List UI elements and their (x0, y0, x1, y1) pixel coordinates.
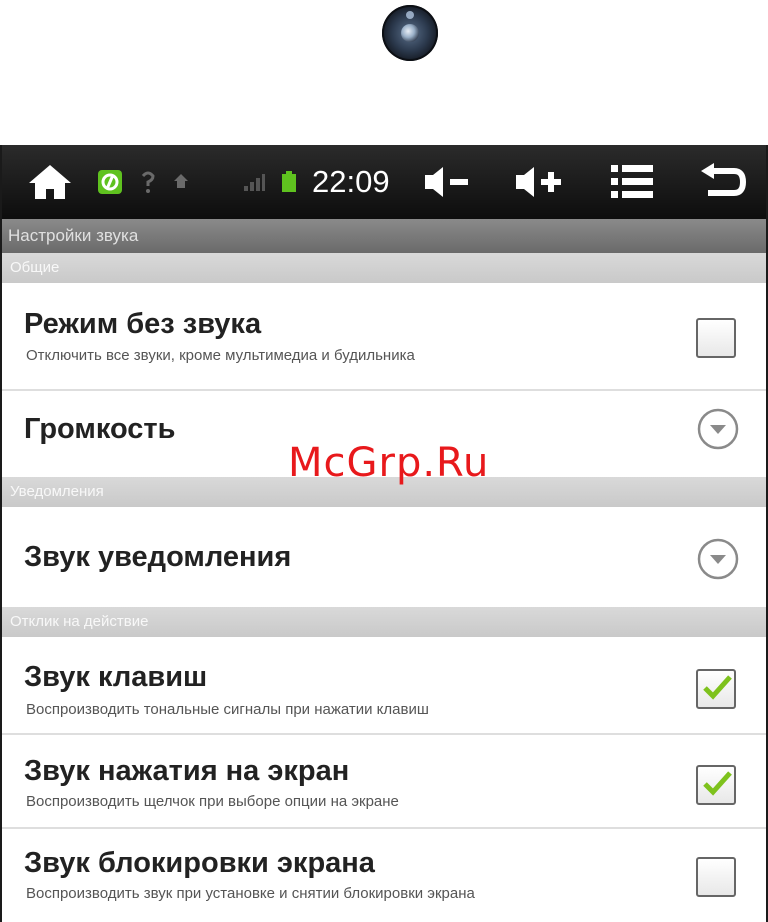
key-sound-checkbox[interactable] (696, 669, 736, 709)
section-header-feedback: Отклик на действие (2, 607, 766, 637)
notification-icon (170, 145, 192, 219)
check-icon (703, 771, 732, 796)
pref-lock-sound[interactable]: Звук блокировки экрана Воспроизводить зв… (2, 829, 766, 922)
device-bezel (0, 0, 768, 145)
volume-down-icon[interactable] (422, 145, 474, 219)
screen-title-bar: Настройки звука (2, 219, 766, 253)
lock-sound-checkbox[interactable] (696, 857, 736, 897)
silent-mode-checkbox[interactable] (696, 318, 736, 358)
signal-icon (240, 145, 268, 219)
check-icon (703, 675, 732, 700)
device-screen: 22:09 Настройки звука Общие Режим без зв… (0, 145, 768, 922)
camera-icon (382, 5, 438, 61)
pref-key-sound[interactable]: Звук клавиш Воспроизводить тональные сиг… (2, 637, 766, 733)
chevron-down-icon[interactable] (696, 407, 740, 451)
home-icon[interactable] (24, 145, 76, 219)
volume-up-icon[interactable] (512, 145, 568, 219)
touch-sound-checkbox[interactable] (696, 765, 736, 805)
pref-notification-sound[interactable]: Звук уведомления (2, 507, 766, 607)
pref-silent-mode[interactable]: Режим без звука Отключить все звуки, кро… (2, 283, 766, 389)
status-clock: 22:09 (312, 164, 390, 199)
screen-title: Настройки звука (8, 226, 139, 245)
status-bar: 22:09 (2, 145, 766, 219)
section-header-general: Общие (2, 253, 766, 283)
watermark: McGrp.Ru (288, 440, 490, 486)
menu-icon[interactable] (606, 145, 658, 219)
battery-icon (278, 145, 300, 219)
chevron-down-icon[interactable] (696, 537, 740, 581)
back-icon[interactable] (696, 145, 748, 219)
wifi-icon (138, 145, 158, 219)
app-icon (96, 145, 124, 219)
pref-touch-sound[interactable]: Звук нажатия на экран Воспроизводить щел… (2, 735, 766, 827)
